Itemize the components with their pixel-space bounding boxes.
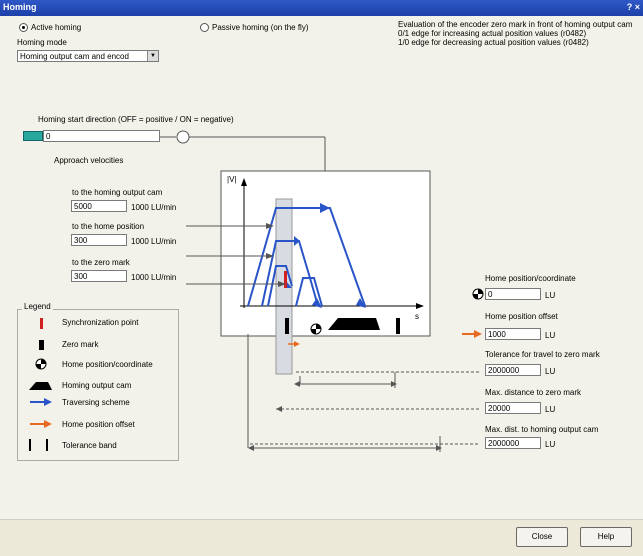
zero-velocity-input[interactable]: 300	[71, 270, 127, 282]
cam-velocity-input[interactable]: 5000	[71, 200, 127, 212]
offset-unit: LU	[545, 331, 556, 340]
home-coord-label: Home position/coordinate	[485, 274, 576, 283]
offset-input[interactable]: 1000	[485, 328, 541, 340]
home-coord-value: 0	[488, 290, 493, 299]
footer-bar: Close Help	[0, 519, 643, 556]
home-coord-input[interactable]: 0	[485, 288, 541, 300]
legend-sync-label: Synchronization point	[62, 318, 139, 327]
cam-velocity-unit: 1000 LU/min	[131, 203, 177, 212]
cam-velocity-value: 5000	[74, 202, 92, 211]
start-direction-value: 0	[46, 132, 51, 141]
tolerance-label: Tolerance for travel to zero mark	[485, 350, 600, 359]
home-velocity-input[interactable]: 300	[71, 234, 127, 246]
cam-velocity-label: to the homing output cam	[72, 188, 163, 197]
maxzero-value: 20000	[488, 404, 511, 413]
help-button[interactable]: Help	[580, 527, 632, 547]
home-coord-unit: LU	[545, 291, 556, 300]
active-homing-label: Active homing	[31, 23, 82, 32]
homing-mode-label: Homing mode	[17, 38, 67, 47]
zero-velocity-unit: 1000 LU/min	[131, 273, 177, 282]
graph-x-label: s	[415, 312, 419, 321]
homing-panel: Active homing Passive homing (on the fly…	[0, 16, 643, 519]
evaluation-line-2: 0/1 edge for increasing actual position …	[398, 29, 587, 38]
zero-mark-left	[285, 318, 289, 334]
close-button[interactable]: Close	[516, 527, 568, 547]
start-direction-label: Homing start direction (OFF = positive /…	[38, 115, 234, 124]
graph-box	[220, 170, 431, 337]
legend-title: Legend	[22, 302, 53, 311]
legend-home-label: Home position/coordinate	[62, 360, 153, 369]
maxzero-label: Max. distance to zero mark	[485, 388, 582, 397]
zero-velocity-value: 300	[74, 272, 88, 281]
home-velocity-value: 300	[74, 236, 88, 245]
active-homing-radio[interactable]: Active homing	[19, 23, 82, 33]
maxcam-value: 2000000	[488, 439, 520, 448]
maxzero-input[interactable]: 20000	[485, 402, 541, 414]
tolerance-value: 2000000	[488, 366, 520, 375]
connector-icon	[23, 131, 43, 141]
tolerance-unit: LU	[545, 367, 556, 376]
home-position-symbol	[310, 323, 322, 335]
approach-velocities-label: Approach velocities	[54, 156, 124, 165]
legend-offset-label: Home position offset	[62, 420, 135, 429]
homing-mode-value: Homing output cam and encod	[20, 52, 129, 61]
offset-value: 1000	[488, 330, 506, 339]
title-bar: Homing ? ×	[0, 0, 643, 16]
zero-mark-right	[396, 318, 400, 334]
passive-homing-label: Passive homing (on the fly)	[212, 23, 309, 32]
maxcam-label: Max. dist. to homing output cam	[485, 425, 599, 434]
legend-traverse-label: Traversing scheme	[62, 398, 130, 407]
zero-velocity-label: to the zero mark	[72, 258, 130, 267]
maxcam-unit: LU	[545, 440, 556, 449]
start-direction-input[interactable]: 0	[43, 130, 160, 142]
home-velocity-unit: 1000 LU/min	[131, 237, 177, 246]
home-coord-symbol	[472, 288, 484, 300]
homing-mode-select[interactable]: Homing output cam and encod ▼	[17, 50, 159, 62]
offset-label: Home position offset	[485, 312, 558, 321]
maxcam-input[interactable]: 2000000	[485, 437, 541, 449]
home-velocity-label: to the home position	[72, 222, 145, 231]
chevron-down-icon[interactable]: ▼	[147, 51, 158, 61]
legend-cam-label: Homing output cam	[62, 381, 132, 390]
tolerance-input[interactable]: 2000000	[485, 364, 541, 376]
evaluation-text: Evaluation of the encoder zero mark in f…	[398, 20, 632, 47]
radio-off-icon	[200, 23, 209, 33]
window-title: Homing	[3, 2, 37, 12]
maxzero-unit: LU	[545, 405, 556, 414]
toggle-circle	[176, 130, 190, 144]
radio-on-icon	[19, 23, 28, 33]
sync-point	[284, 271, 287, 288]
window-controls[interactable]: ? ×	[627, 2, 640, 12]
legend-tolerance-label: Tolerance band	[62, 441, 117, 450]
passive-homing-radio[interactable]: Passive homing (on the fly)	[200, 23, 309, 33]
legend-zero-label: Zero mark	[62, 340, 99, 349]
evaluation-line-1: Evaluation of the encoder zero mark in f…	[398, 20, 633, 29]
graph-y-label: |V|	[227, 175, 237, 184]
evaluation-line-3: 1/0 edge for decreasing actual position …	[398, 38, 589, 47]
